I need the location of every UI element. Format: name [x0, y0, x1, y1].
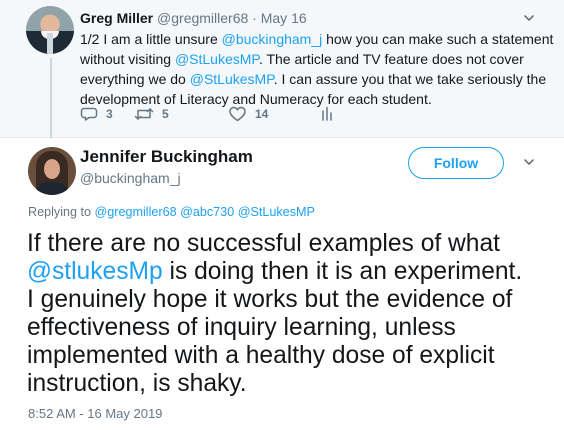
follow-button[interactable]: Follow — [408, 147, 504, 179]
main-text-line: I genuinely hope it works but the eviden… — [27, 286, 547, 314]
avatar-face — [44, 159, 60, 179]
parent-text-segment: . The article and TV feature does not co… — [258, 51, 524, 67]
chevron-down-icon[interactable] — [522, 155, 536, 171]
main-text-line: @stlukesMp is doing then it is an experi… — [27, 258, 547, 286]
parent-text-segment: . I can assure you that we take seriousl… — [273, 71, 547, 87]
parent-tweet-actions: 3 5 14 — [80, 105, 410, 125]
main-text-segment: implemented with a healthy dose of expli… — [27, 342, 495, 369]
main-tweet-timestamp[interactable]: 8:52 AM - 16 May 2019 — [28, 406, 162, 422]
replying-to: Replying to @gregmiller68 @abc730 @StLuk… — [28, 204, 315, 220]
main-text-segment: is doing then it is an experiment. — [162, 258, 523, 285]
parent-date-separator: · — [248, 10, 261, 26]
parent-text-segment: without visiting — [80, 51, 175, 67]
parent-tweet-text: 1/2 I am a little unsure @buckingham_j h… — [80, 29, 554, 109]
main-text-segment: instruction, is shaky. — [27, 370, 247, 397]
main-tweet-text: If there are no successful examples of w… — [27, 230, 547, 398]
retweet-icon — [134, 105, 154, 123]
main-text-line: instruction, is shaky. — [27, 370, 547, 398]
stats-button[interactable] — [320, 105, 334, 123]
main-text-line: effectiveness of inquiry learning, unles… — [27, 314, 547, 342]
parent-text-segment: everything we do — [80, 71, 190, 87]
avatar-tie — [47, 33, 53, 54]
main-text-segment: I genuinely hope it works but the eviden… — [27, 286, 513, 313]
reply-mentions-link[interactable]: @gregmiller68 @abc730 @StLukesMP — [95, 205, 315, 219]
main-text-segment: effectiveness of inquiry learning, unles… — [27, 314, 456, 341]
retweet-count: 5 — [162, 107, 169, 121]
main-text-segment: If there are no successful examples of w… — [27, 230, 500, 257]
parent-text-segment: 1/2 I am a little unsure — [80, 31, 222, 47]
replying-prefix: Replying to — [28, 205, 95, 219]
main-text-line: If there are no successful examples of w… — [27, 230, 547, 258]
mention-link[interactable]: @StLukesMP — [175, 51, 259, 67]
mention-link[interactable]: @StLukesMP — [190, 71, 274, 87]
reply-icon — [80, 105, 98, 123]
parent-tweet-header: Greg Miller @gregmiller68 · May 16 — [80, 10, 307, 26]
mention-link[interactable]: @buckingham_j — [222, 31, 323, 47]
like-button[interactable]: 14 — [228, 105, 268, 123]
thread-connector-line — [50, 58, 52, 142]
like-count: 14 — [255, 107, 269, 121]
parent-tweet-date[interactable]: May 16 — [261, 10, 307, 26]
main-text-line: implemented with a healthy dose of expli… — [27, 342, 547, 370]
parent-author-handle[interactable]: @gregmiller68 — [157, 10, 248, 26]
reply-count: 3 — [106, 107, 113, 121]
main-author-name[interactable]: Jennifer Buckingham — [80, 147, 253, 167]
chevron-down-icon[interactable] — [522, 11, 536, 27]
parent-author-name[interactable]: Greg Miller — [80, 10, 153, 26]
heart-icon — [228, 105, 247, 123]
stats-icon — [320, 105, 334, 123]
parent-text-segment: how you can make such a statement — [322, 31, 554, 47]
retweet-button[interactable]: 5 — [134, 105, 169, 123]
main-tweet[interactable]: Jennifer Buckingham @buckingham_j Follow… — [0, 138, 564, 430]
parent-tweet[interactable]: Greg Miller @gregmiller68 · May 16 1/2 I… — [0, 0, 564, 142]
parent-text-line: everything we do @StLukesMP. I can assur… — [80, 69, 550, 89]
main-author-handle[interactable]: @buckingham_j — [80, 169, 181, 187]
mention-link[interactable]: @stlukesMp — [27, 258, 163, 285]
greg-miller-avatar[interactable] — [26, 6, 74, 54]
avatar-body — [36, 182, 68, 195]
parent-text-line: 1/2 I am a little unsure @buckingham_j h… — [80, 29, 554, 49]
parent-text-line: without visiting @StLukesMP. The article… — [80, 49, 550, 69]
jennifer-buckingham-avatar[interactable] — [28, 147, 76, 195]
reply-button[interactable]: 3 — [80, 105, 113, 123]
